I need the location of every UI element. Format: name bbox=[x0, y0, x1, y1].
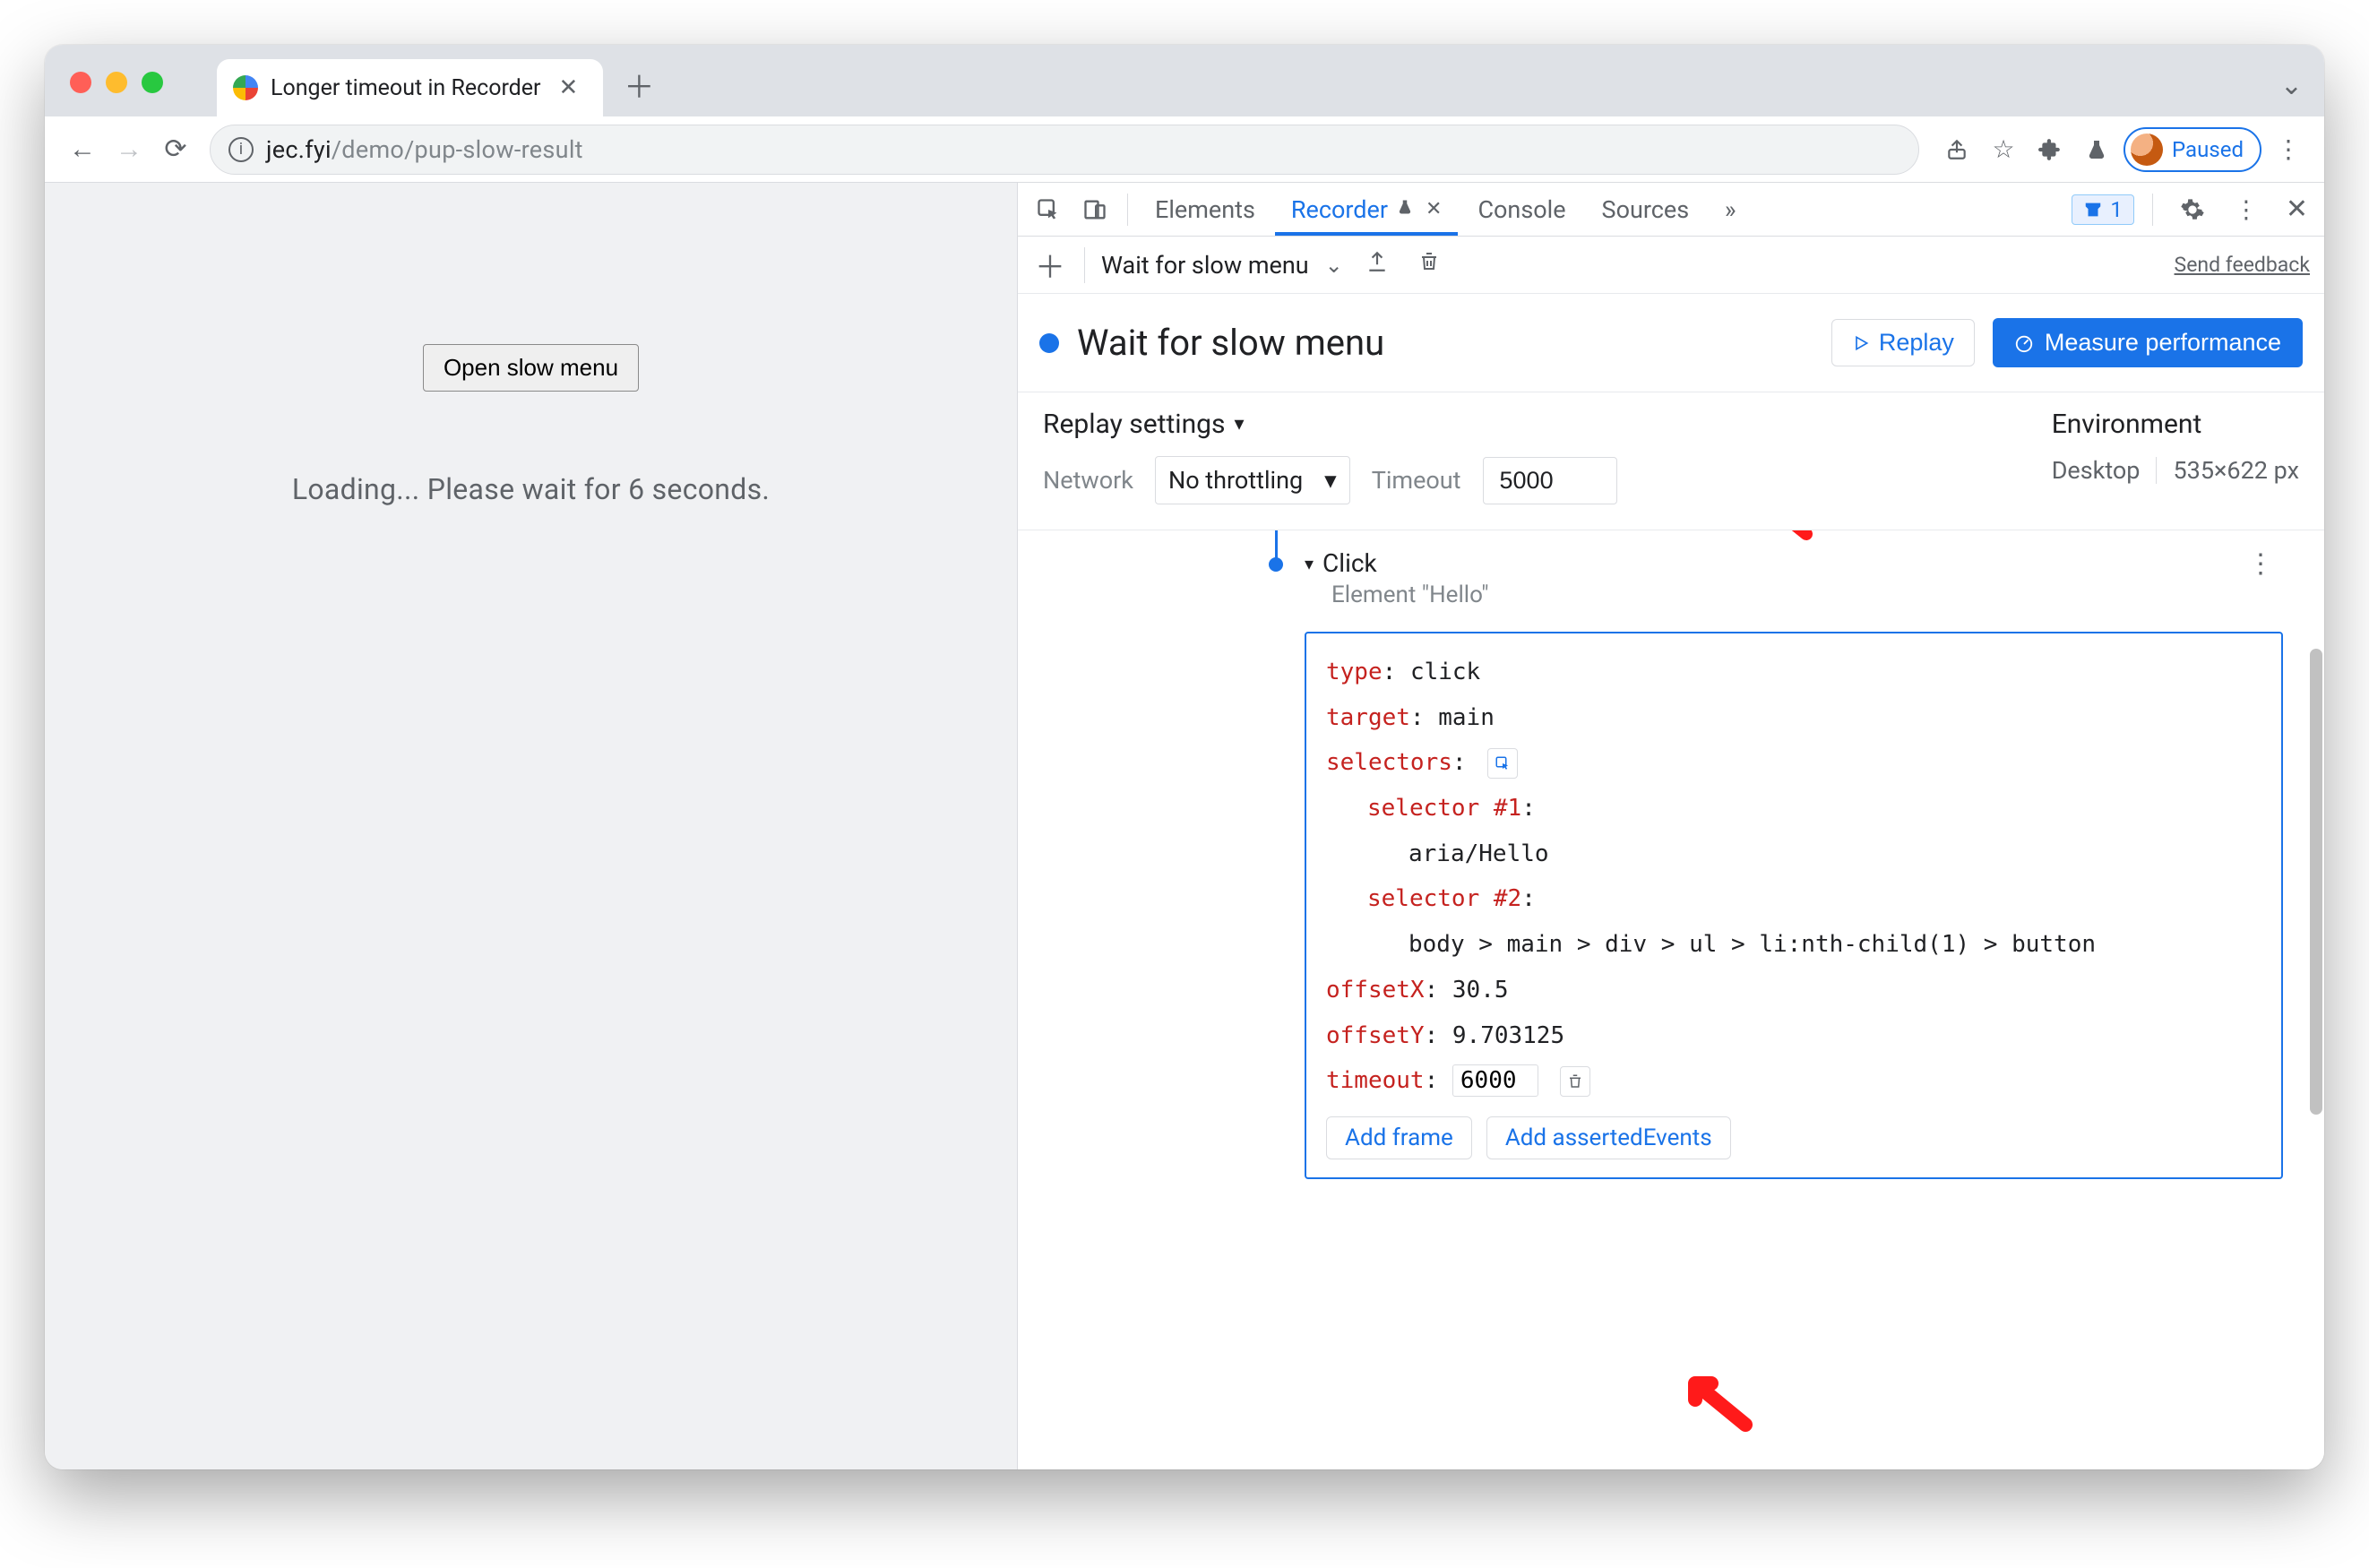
delete-property-icon[interactable] bbox=[1560, 1066, 1590, 1097]
web-page: Open slow menu Loading... Please wait fo… bbox=[45, 183, 1018, 1469]
replay-button[interactable]: Replay bbox=[1831, 319, 1975, 366]
flask-icon bbox=[1397, 198, 1413, 221]
selector-2-value: body > main > div > ul > li:nth-child(1)… bbox=[1326, 922, 2261, 968]
browser-menu-icon[interactable]: ⋮ bbox=[2269, 130, 2308, 169]
step-timeout-input[interactable] bbox=[1452, 1064, 1538, 1097]
network-throttling-select[interactable]: No throttling ▾ bbox=[1155, 456, 1350, 504]
paused-label: Paused bbox=[2172, 137, 2244, 162]
delete-icon[interactable] bbox=[1411, 250, 1447, 280]
recording-steps: ⋮ ▾ Click Element "Hello" type: click ta… bbox=[1018, 530, 2324, 1469]
tab-strip: Longer timeout in Recorder ✕ ＋ ⌄ bbox=[45, 45, 2324, 116]
timeout-input[interactable] bbox=[1483, 457, 1617, 504]
timeout-label: Timeout bbox=[1372, 466, 1461, 495]
network-label: Network bbox=[1043, 466, 1133, 495]
browser-tab[interactable]: Longer timeout in Recorder ✕ bbox=[217, 59, 603, 116]
tab-overflow-icon[interactable]: ⌄ bbox=[2280, 70, 2303, 101]
recording-status-dot bbox=[1039, 333, 1059, 353]
new-tab-button[interactable]: ＋ bbox=[619, 65, 659, 104]
window-close-button[interactable] bbox=[70, 72, 91, 93]
environment-header: Environment bbox=[2052, 409, 2299, 440]
forward-button[interactable]: → bbox=[108, 128, 151, 171]
chevron-down-icon[interactable]: ⌄ bbox=[1325, 253, 1343, 278]
back-button[interactable]: ← bbox=[61, 128, 104, 171]
issues-chip[interactable]: 1 bbox=[2072, 194, 2134, 225]
tab-console[interactable]: Console bbox=[1461, 183, 1581, 236]
replay-settings-header[interactable]: Replay settings ▾ bbox=[1043, 409, 1617, 440]
env-size: 535×622 px bbox=[2173, 456, 2299, 485]
device-toggle-icon[interactable] bbox=[1073, 188, 1116, 231]
tab-recorder[interactable]: Recorder ✕ bbox=[1275, 183, 1459, 236]
caret-down-icon: ▾ bbox=[1234, 413, 1244, 435]
gauge-icon bbox=[2014, 333, 2034, 353]
replay-settings: Replay settings ▾ Network No throttling … bbox=[1018, 392, 2324, 530]
recording-title: Wait for slow menu bbox=[1077, 322, 1384, 364]
reload-button[interactable]: ⟳ bbox=[154, 128, 197, 171]
window-minimize-button[interactable] bbox=[106, 72, 127, 93]
url-text: jec.fyi/demo/pup-slow-result bbox=[266, 135, 583, 164]
step-click: ⋮ ▾ Click Element "Hello" type: click ta… bbox=[1305, 548, 2283, 1179]
recording-header: Wait for slow menu Replay Measure perfor… bbox=[1018, 294, 2324, 392]
window-controls bbox=[70, 72, 163, 93]
tab-elements[interactable]: Elements bbox=[1139, 183, 1271, 236]
step-toggle[interactable]: ▾ Click bbox=[1305, 548, 2283, 578]
browser-toolbar: ← → ⟳ i jec.fyi/demo/pup-slow-result ☆ bbox=[45, 116, 2324, 183]
devtools-panel: Elements Recorder ✕ Console Sources » bbox=[1018, 183, 2324, 1469]
tab-sources[interactable]: Sources bbox=[1586, 183, 1706, 236]
timeline-dot bbox=[1269, 557, 1283, 572]
recording-selector[interactable]: Wait for slow menu bbox=[1101, 251, 1309, 280]
devtools-close-icon[interactable]: ✕ bbox=[2279, 194, 2315, 225]
send-feedback-link[interactable]: Send feedback bbox=[2175, 253, 2310, 277]
export-icon[interactable] bbox=[1359, 250, 1395, 280]
open-slow-menu-button[interactable]: Open slow menu bbox=[423, 344, 639, 392]
toolbar-right: ☆ Paused ⋮ bbox=[1937, 127, 2308, 172]
site-info-icon[interactable]: i bbox=[228, 137, 254, 162]
step-subtitle: Element "Hello" bbox=[1331, 582, 2283, 608]
tab-title: Longer timeout in Recorder bbox=[271, 75, 541, 101]
measure-performance-button[interactable]: Measure performance bbox=[1993, 318, 2303, 367]
env-device: Desktop bbox=[2052, 456, 2141, 485]
add-asserted-events-button[interactable]: Add assertedEvents bbox=[1486, 1116, 1731, 1159]
add-frame-button[interactable]: Add frame bbox=[1326, 1116, 1472, 1159]
devtools-tabbar: Elements Recorder ✕ Console Sources » bbox=[1018, 183, 2324, 237]
window-maximize-button[interactable] bbox=[142, 72, 163, 93]
devtools-menu-icon[interactable]: ⋮ bbox=[2225, 188, 2268, 231]
tab-favicon bbox=[233, 75, 258, 100]
add-recording-icon[interactable]: ＋ bbox=[1032, 243, 1068, 287]
labs-icon[interactable] bbox=[2077, 130, 2116, 169]
caret-down-icon: ▾ bbox=[1305, 553, 1314, 574]
step-details-card: type: click target: main selectors: sele… bbox=[1305, 632, 2283, 1179]
share-icon[interactable] bbox=[1937, 130, 1977, 169]
profile-paused-chip[interactable]: Paused bbox=[2123, 127, 2261, 172]
profile-avatar bbox=[2131, 134, 2163, 166]
step-menu-icon[interactable]: ⋮ bbox=[2247, 548, 2274, 580]
extensions-icon[interactable] bbox=[2030, 130, 2070, 169]
more-tabs-icon[interactable]: » bbox=[1709, 188, 1752, 231]
selector-picker-icon[interactable] bbox=[1487, 748, 1518, 779]
caret-down-icon: ▾ bbox=[1324, 466, 1337, 495]
tab-close-icon[interactable]: ✕ bbox=[554, 73, 584, 103]
close-tab-icon[interactable]: ✕ bbox=[1426, 198, 1442, 220]
loading-text: Loading... Please wait for 6 seconds. bbox=[292, 472, 770, 506]
play-icon bbox=[1852, 334, 1870, 352]
bookmark-icon[interactable]: ☆ bbox=[1984, 130, 2023, 169]
settings-gear-icon[interactable] bbox=[2171, 188, 2214, 231]
browser-window: Longer timeout in Recorder ✕ ＋ ⌄ ← → ⟳ i… bbox=[45, 45, 2324, 1469]
address-bar[interactable]: i jec.fyi/demo/pup-slow-result bbox=[210, 125, 1919, 175]
selector-1-value: aria/Hello bbox=[1326, 831, 2261, 877]
recorder-toolbar: ＋ Wait for slow menu ⌄ Send feedback bbox=[1018, 237, 2324, 294]
content-area: Open slow menu Loading... Please wait fo… bbox=[45, 183, 2324, 1469]
inspect-element-icon[interactable] bbox=[1027, 188, 1070, 231]
